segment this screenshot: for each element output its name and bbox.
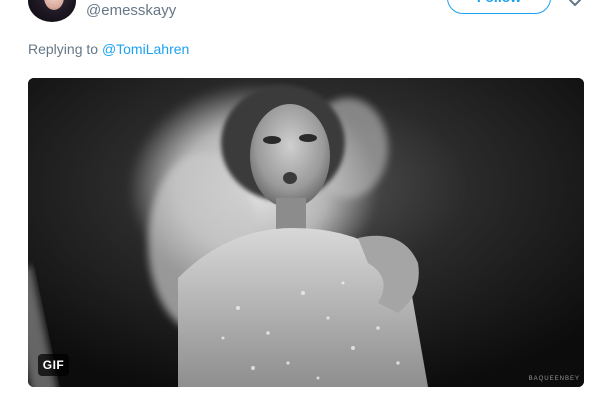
avatar[interactable] (28, 0, 76, 22)
replying-to-label: Replying to (28, 41, 102, 57)
mention-link[interactable]: @TomiLahren (102, 41, 189, 57)
avatar-face (44, 0, 64, 10)
chevron-down-icon[interactable] (568, 0, 582, 10)
author-handle[interactable]: @emesskayy (86, 2, 176, 19)
replying-to: Replying to @TomiLahren (28, 41, 189, 57)
gif-media[interactable]: GIF BAQUEENBEY (28, 78, 584, 387)
gif-frame (28, 78, 584, 387)
follow-button[interactable]: Follow (447, 0, 551, 14)
gif-badge: GIF (38, 354, 69, 376)
tweet-card: @emesskayy Follow Replying to @TomiLahre… (0, 0, 600, 400)
gif-watermark: BAQUEENBEY (528, 376, 580, 382)
